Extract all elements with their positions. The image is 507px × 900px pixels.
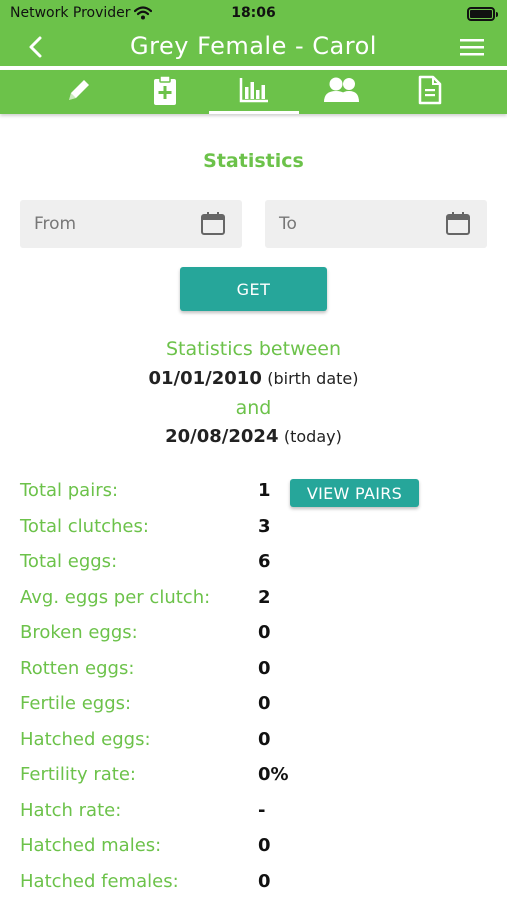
clock: 18:06 [231,5,276,21]
stat-row: Hatched females: 0 [20,871,490,899]
stat-row: Hatch rate: - [20,800,490,828]
end-date-line: 20/08/2024 (today) [0,426,507,447]
get-button[interactable]: GET [180,267,327,311]
end-date-note: (today) [283,427,342,446]
stat-label: Avg. eggs per clutch: [20,586,211,608]
from-placeholder: From [34,214,77,234]
tab-edit[interactable] [34,70,124,114]
stat-row: Hatched eggs: 0 [20,729,490,757]
stat-label: Hatch rate: [20,799,122,821]
battery-icon [467,7,498,21]
stat-value: 0 [258,870,271,892]
stat-value: 1 [258,480,271,501]
stat-value: 0 [258,657,271,679]
stat-label: Total pairs: [20,480,119,501]
stat-value: 3 [258,515,271,537]
bar-chart-icon [238,76,270,108]
tab-statistics[interactable] [209,70,299,114]
stat-label: Total clutches: [20,515,149,537]
stat-row: Total pairs: 1 [20,480,490,508]
stat-value: 0 [258,728,271,750]
stat-value: 0% [258,764,289,785]
pencil-icon [64,75,94,109]
statistics-between-label: Statistics between [165,338,342,360]
stat-label: Broken eggs: [20,622,138,643]
stat-row: Total eggs: 6 [20,551,490,579]
start-date-note: (birth date) [267,369,359,388]
stat-row: Rotten eggs: 0 [20,658,490,686]
tab-bar [0,70,507,114]
stat-row: Fertile eggs: 0 [20,693,490,721]
calendar-icon[interactable] [200,212,226,240]
stat-value: 2 [258,586,271,608]
from-date-field[interactable]: From [20,200,242,248]
statistics-title: Statistics [203,150,304,172]
stat-row: Broken eggs: 0 [20,622,490,650]
stat-label: Fertile eggs: [20,693,132,714]
stat-label: Hatched females: [20,870,179,892]
clipboard-plus-icon [152,74,178,110]
start-date: 01/01/2010 [148,368,262,389]
end-date: 20/08/2024 [165,426,279,447]
status-bar: Network Provider 18:06 [0,0,507,28]
start-date-line: 01/01/2010 (birth date) [0,368,507,389]
stat-label: Hatched eggs: [20,728,151,750]
stat-label: Rotten eggs: [20,657,135,679]
document-icon [418,75,442,109]
stat-row: Total clutches: 3 [20,516,490,544]
stat-value: - [258,799,266,821]
stat-value: 0 [258,622,271,643]
stat-row: Fertility rate: 0% [20,764,490,792]
tab-pairs[interactable] [297,70,387,114]
stat-value: 0 [258,693,271,714]
view-pairs-button[interactable]: VIEW PAIRS [290,479,419,507]
app-bar: Grey Female - Carol [0,28,507,66]
to-date-field[interactable]: To [265,200,487,248]
stat-label: Hatched males: [20,835,162,856]
stat-value: 6 [258,551,271,572]
stat-value: 0 [258,835,271,856]
and-label: and [235,397,272,419]
page-title: Grey Female - Carol [130,32,377,60]
people-icon [323,76,361,108]
tab-health[interactable] [120,70,210,114]
hamburger-menu-icon[interactable] [459,36,485,58]
to-placeholder: To [279,214,297,234]
stat-row: Hatched males: 0 [20,835,490,863]
stat-label: Fertility rate: [20,764,136,785]
stat-row: Avg. eggs per clutch: 2 [20,587,490,615]
stat-label: Total eggs: [20,551,118,572]
tab-documents[interactable] [385,70,475,114]
calendar-icon[interactable] [445,212,471,240]
